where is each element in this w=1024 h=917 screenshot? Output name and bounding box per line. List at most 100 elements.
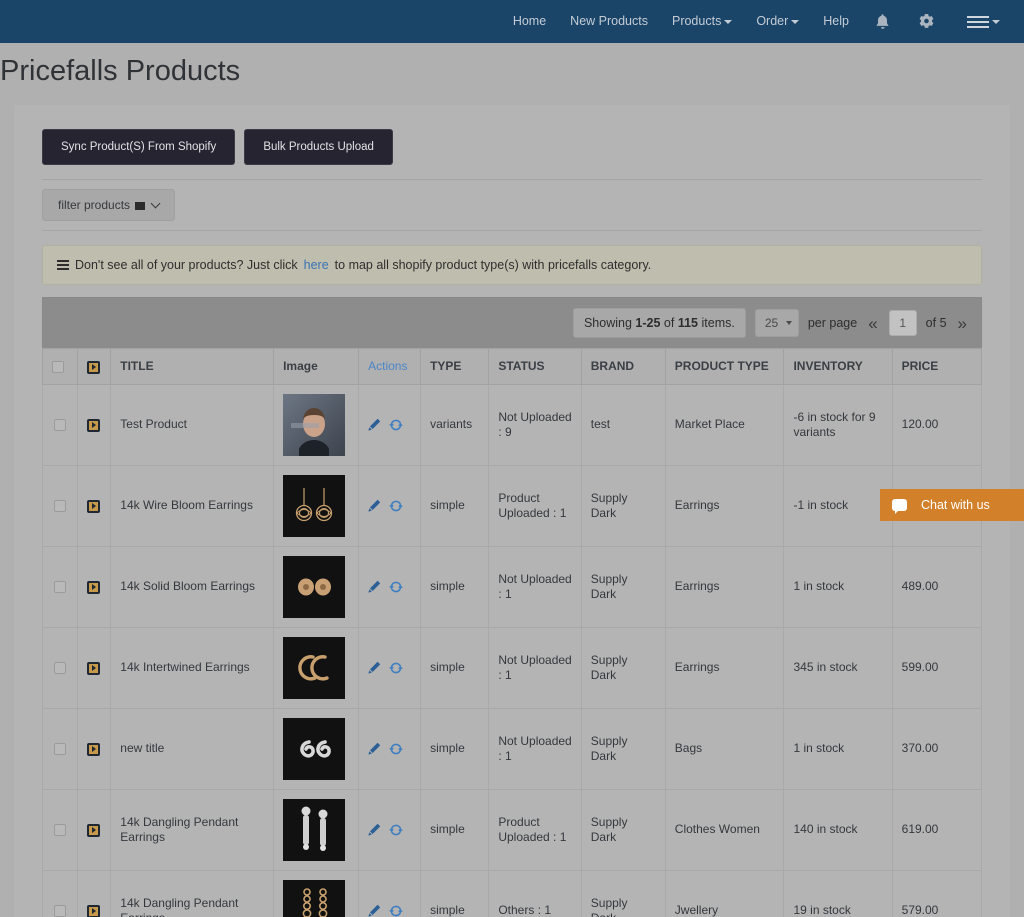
- table-header-row: TITLE Image Actions TYPE STATUS BRAND PR…: [43, 349, 982, 385]
- nav-link-home-label: Home: [513, 14, 546, 28]
- notifications-button[interactable]: [861, 0, 904, 43]
- cell-brand: Supply Dark: [581, 465, 665, 546]
- row-expand-cell: [77, 627, 111, 708]
- product-thumbnail[interactable]: [283, 556, 345, 618]
- product-thumbnail[interactable]: [283, 718, 345, 780]
- th-brand[interactable]: BRAND: [581, 349, 665, 385]
- th-image[interactable]: Image: [274, 349, 359, 385]
- refresh-icon: [389, 499, 403, 513]
- refresh-icon: [389, 823, 403, 837]
- nav-link-order[interactable]: Order: [744, 0, 811, 43]
- th-product-type[interactable]: PRODUCT TYPE: [665, 349, 784, 385]
- total-pages-label: of 5: [926, 316, 947, 330]
- sync-product-button[interactable]: [389, 661, 403, 675]
- row-checkbox[interactable]: [54, 662, 66, 674]
- cell-brand: Supply Dark: [581, 870, 665, 917]
- previous-page-button[interactable]: «: [866, 315, 879, 332]
- chat-with-us-widget[interactable]: Chat with us: [880, 489, 1024, 521]
- bulk-products-upload-button[interactable]: Bulk Products Upload: [244, 129, 393, 165]
- sync-product-button[interactable]: [389, 580, 403, 594]
- cell-inventory: 1 in stock: [784, 708, 892, 789]
- alert-text-before: Don't see all of your products? Just cli…: [75, 257, 298, 273]
- edit-product-button[interactable]: [368, 823, 381, 836]
- edit-product-button[interactable]: [368, 580, 381, 593]
- expand-row-icon[interactable]: [87, 581, 100, 594]
- product-thumbnail[interactable]: [283, 880, 345, 917]
- sync-product-button[interactable]: [389, 823, 403, 837]
- edit-product-button[interactable]: [368, 418, 381, 431]
- sync-product-button[interactable]: [389, 904, 403, 917]
- filter-products-button[interactable]: filter products: [42, 189, 175, 221]
- row-select-cell: [43, 627, 78, 708]
- th-price[interactable]: PRICE: [892, 349, 981, 385]
- edit-product-button[interactable]: [368, 904, 381, 917]
- nav-link-new-products[interactable]: New Products: [558, 0, 660, 43]
- showing-items-word: items.: [702, 316, 735, 330]
- row-expand-cell: [77, 789, 111, 870]
- nav-link-help-label: Help: [823, 14, 849, 28]
- product-thumbnail[interactable]: [283, 799, 345, 861]
- row-select-cell: [43, 384, 78, 465]
- expand-all-icon[interactable]: [87, 361, 100, 374]
- expand-row-icon[interactable]: [87, 500, 100, 513]
- sync-product-button[interactable]: [389, 742, 403, 756]
- th-status[interactable]: STATUS: [489, 349, 581, 385]
- row-checkbox[interactable]: [54, 419, 66, 431]
- top-navbar: Home New Products Products Order Help: [0, 0, 1024, 43]
- products-table-body: Test Product: [43, 384, 982, 917]
- cell-status: Product Uploaded : 1: [489, 789, 581, 870]
- sync-product-button[interactable]: [389, 418, 403, 432]
- expand-row-icon[interactable]: [87, 662, 100, 675]
- showing-of: of: [664, 316, 674, 330]
- hamburger-menu-button[interactable]: [949, 0, 1010, 43]
- settings-button[interactable]: [904, 0, 949, 43]
- edit-product-button[interactable]: [368, 742, 381, 755]
- filter-bar: filter products: [42, 179, 982, 231]
- filter-products-label: filter products: [58, 198, 130, 212]
- cell-inventory: -6 in stock for 9 variants: [784, 384, 892, 465]
- nav-link-order-label: Order: [756, 14, 788, 28]
- th-type[interactable]: TYPE: [421, 349, 489, 385]
- current-page-input[interactable]: [889, 310, 917, 336]
- next-page-button[interactable]: »: [956, 315, 969, 332]
- row-select-cell: [43, 870, 78, 917]
- th-inventory[interactable]: INVENTORY: [784, 349, 892, 385]
- sync-products-from-shopify-button[interactable]: Sync Product(S) From Shopify: [42, 129, 235, 165]
- cell-price: 489.00: [892, 546, 981, 627]
- expand-row-icon[interactable]: [87, 905, 100, 917]
- main-content-panel: Sync Product(S) From Shopify Bulk Produc…: [14, 105, 1010, 917]
- th-actions[interactable]: Actions: [359, 349, 421, 385]
- select-all-checkbox[interactable]: [52, 361, 64, 373]
- nav-link-help[interactable]: Help: [811, 0, 861, 43]
- row-checkbox[interactable]: [54, 824, 66, 836]
- row-checkbox[interactable]: [54, 500, 66, 512]
- pencil-icon: [368, 418, 381, 431]
- nav-link-products[interactable]: Products: [660, 0, 744, 43]
- row-select-cell: [43, 546, 78, 627]
- cell-brand: test: [581, 384, 665, 465]
- cell-status: Not Uploaded : 9: [489, 384, 581, 465]
- product-thumbnail[interactable]: [283, 475, 345, 537]
- refresh-icon: [389, 418, 403, 432]
- product-thumbnail[interactable]: [283, 394, 345, 456]
- edit-product-button[interactable]: [368, 499, 381, 512]
- sync-product-button[interactable]: [389, 499, 403, 513]
- expand-row-icon[interactable]: [87, 743, 100, 756]
- product-thumbnail[interactable]: [283, 637, 345, 699]
- row-checkbox[interactable]: [54, 905, 66, 917]
- per-page-select[interactable]: 25: [755, 309, 799, 337]
- cell-brand: Supply Dark: [581, 627, 665, 708]
- expand-row-icon[interactable]: [87, 419, 100, 432]
- row-checkbox[interactable]: [54, 743, 66, 755]
- map-product-types-link[interactable]: here: [304, 257, 329, 273]
- row-checkbox[interactable]: [54, 581, 66, 593]
- th-title[interactable]: TITLE: [111, 349, 274, 385]
- table-row: 14k Dangling Pendant Earrings: [43, 789, 982, 870]
- edit-product-button[interactable]: [368, 661, 381, 674]
- expand-row-icon[interactable]: [87, 824, 100, 837]
- hamburger-menu-icon: [967, 16, 989, 28]
- cell-title: 14k Solid Bloom Earrings: [111, 546, 274, 627]
- cell-actions: [359, 627, 421, 708]
- nav-link-home[interactable]: Home: [501, 0, 558, 43]
- cell-product-type: Market Place: [665, 384, 784, 465]
